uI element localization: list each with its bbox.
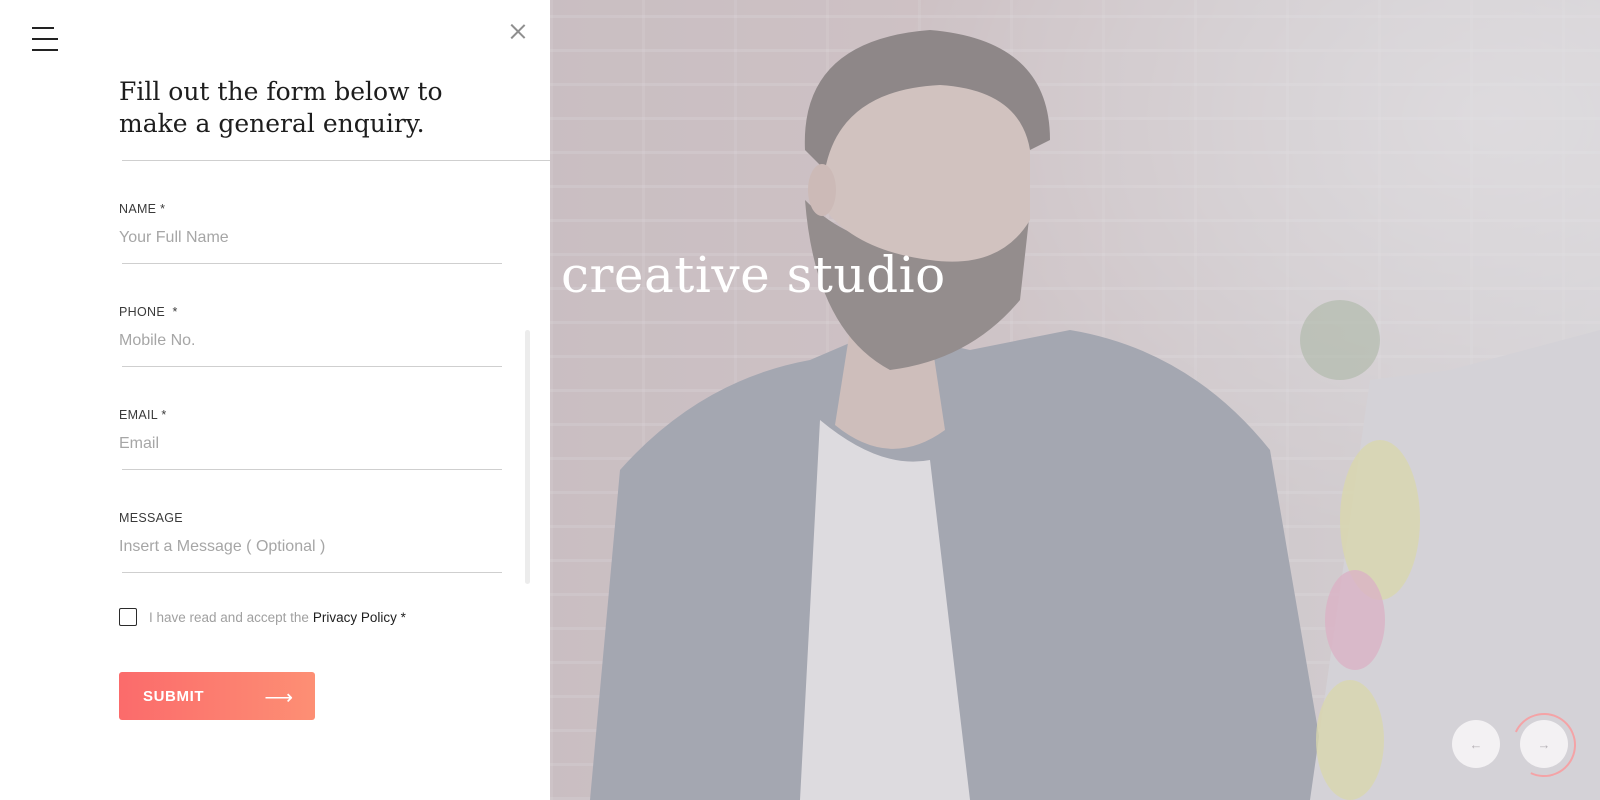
email-input[interactable] (119, 434, 502, 454)
privacy-checkbox[interactable] (119, 608, 137, 626)
message-input[interactable] (119, 537, 502, 557)
enquiry-panel: Fill out the form below to make a genera… (0, 0, 550, 800)
slider-prev-button[interactable]: ← (1452, 720, 1500, 768)
email-label: EMAIL * (119, 408, 167, 422)
message-label: MESSAGE (119, 511, 183, 525)
slider-next-button[interactable]: → (1520, 720, 1568, 768)
phone-label: PHONE * (119, 305, 178, 319)
form-scrollbar[interactable] (525, 330, 530, 584)
hero-background (550, 0, 1600, 800)
email-field: EMAIL * (119, 408, 502, 470)
submit-button[interactable]: SUBMIT ⟶ (119, 672, 315, 720)
hero-title: creative studio (561, 246, 946, 304)
phone-input[interactable] (119, 331, 502, 351)
heading-divider (122, 160, 550, 161)
privacy-consent: I have read and accept the Privacy Polic… (119, 608, 406, 626)
message-field: MESSAGE (119, 511, 502, 573)
name-label: NAME * (119, 202, 166, 216)
name-field: NAME * (119, 202, 502, 264)
arrow-right-icon: ⟶ (264, 687, 293, 709)
panel-heading: Fill out the form below to make a genera… (119, 77, 443, 138)
privacy-policy-link[interactable]: Privacy Policy * (313, 610, 406, 625)
consent-text: I have read and accept the (149, 609, 309, 625)
phone-field: PHONE * (119, 305, 502, 367)
submit-label: SUBMIT (143, 687, 205, 705)
hamburger-menu-icon[interactable] (32, 26, 58, 52)
name-input[interactable] (119, 228, 502, 248)
close-icon[interactable] (506, 20, 530, 44)
